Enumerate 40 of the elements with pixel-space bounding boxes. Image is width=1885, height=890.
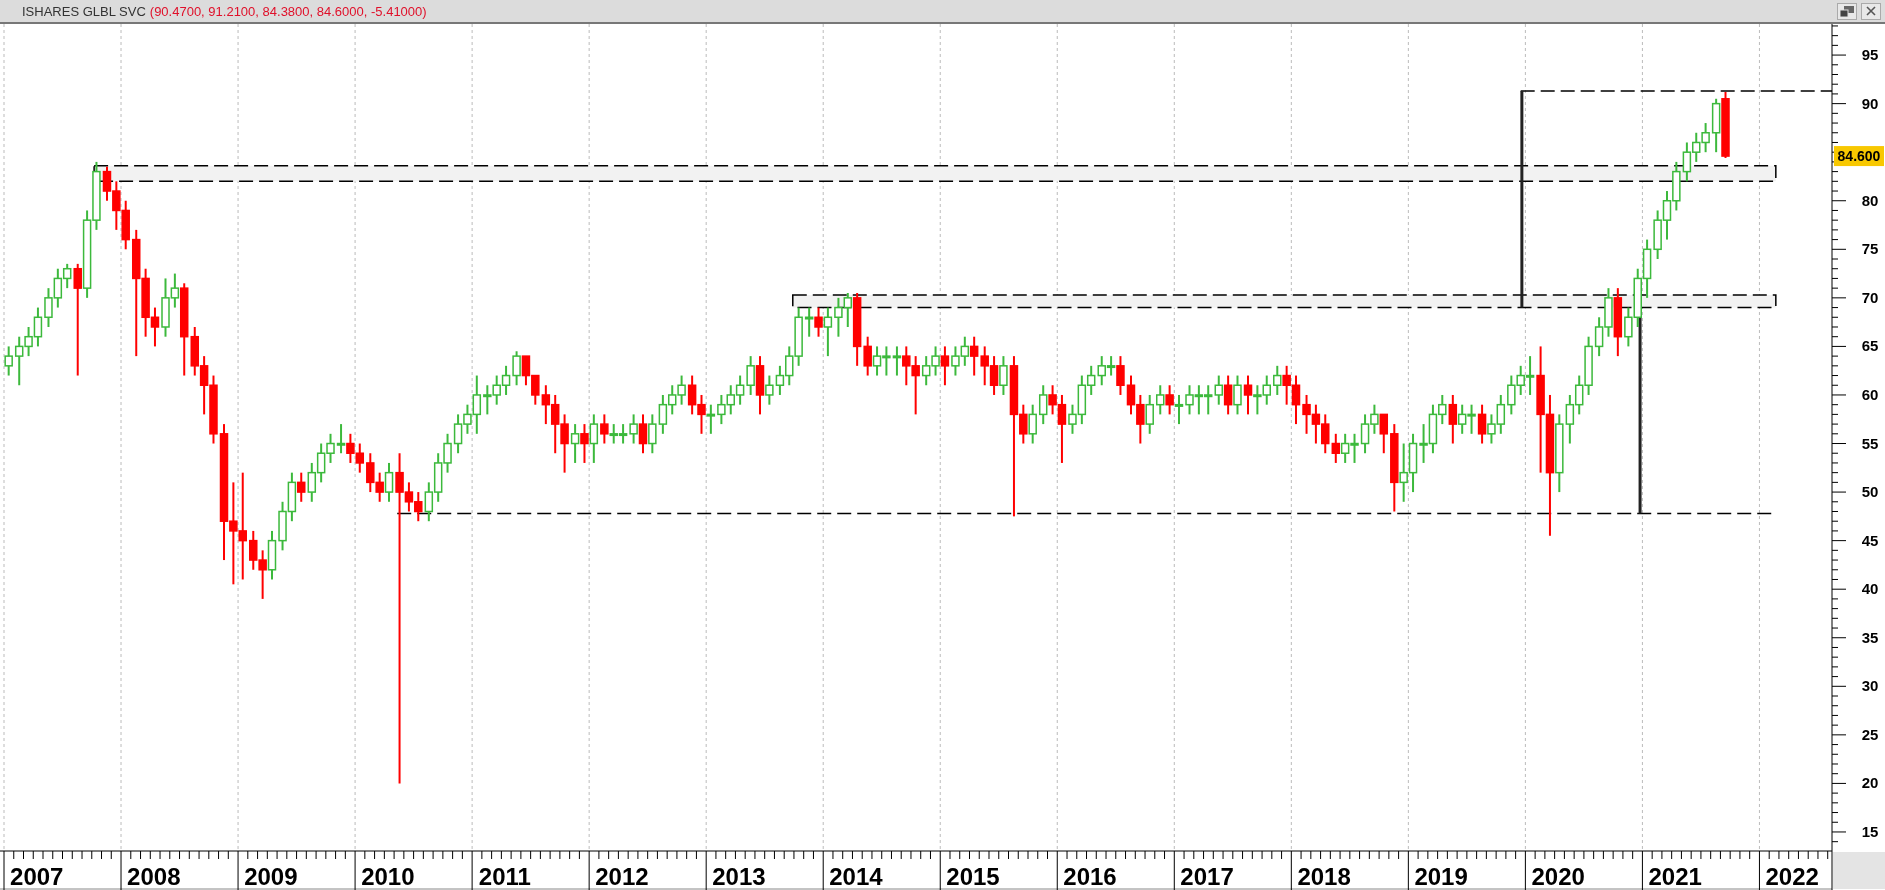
year-label: 2016 [1063, 863, 1117, 890]
chart-title: ISHARES GLBL SVC [22, 3, 146, 19]
axis-label: 25 [1861, 725, 1879, 743]
axis-label: 80 [1861, 191, 1879, 209]
axis-label: 40 [1861, 580, 1879, 598]
year-label: 2019 [1414, 863, 1468, 890]
axis-label: 95 [1861, 46, 1879, 64]
close-button[interactable] [1861, 2, 1881, 20]
axis-label: 65 [1861, 337, 1879, 355]
year-label: 2013 [712, 863, 766, 890]
axis-label: 20 [1861, 774, 1879, 792]
year-label: 2021 [1648, 863, 1702, 890]
year-label: 2011 [478, 863, 531, 890]
year-label: 2015 [946, 863, 1000, 890]
year-label: 2022 [1765, 863, 1819, 890]
axis-label: 90 [1861, 94, 1879, 112]
year-label: 2008 [127, 863, 181, 890]
close-icon [1866, 6, 1876, 16]
detach-button[interactable] [1837, 2, 1857, 20]
axis-label: 50 [1861, 483, 1879, 501]
axis-label: 30 [1861, 677, 1879, 695]
axis-label: 75 [1861, 240, 1879, 258]
year-label: 2012 [595, 863, 649, 890]
axis-label: 60 [1861, 385, 1879, 403]
year-label: 2017 [1180, 863, 1234, 890]
overlapping-windows-icon [1840, 5, 1854, 17]
year-label: 2007 [10, 863, 64, 890]
year-label: 2009 [244, 863, 298, 890]
axis-label: 55 [1861, 434, 1879, 452]
axis-label: 35 [1861, 628, 1879, 646]
year-label: 2014 [829, 863, 883, 890]
axis-label: 15 [1861, 822, 1879, 840]
price-values: (90.4700, 91.2100, 84.3800, 84.6000, -5.41000) [149, 3, 427, 19]
last-price-tag: 84.600 [1834, 146, 1884, 167]
year-label: 2020 [1531, 863, 1585, 890]
axis-corner [1833, 852, 1885, 889]
axis-label: 70 [1861, 288, 1879, 306]
axis-label: 45 [1861, 531, 1879, 549]
year-label: 2018 [1297, 863, 1351, 890]
year-label: 2010 [361, 863, 415, 890]
